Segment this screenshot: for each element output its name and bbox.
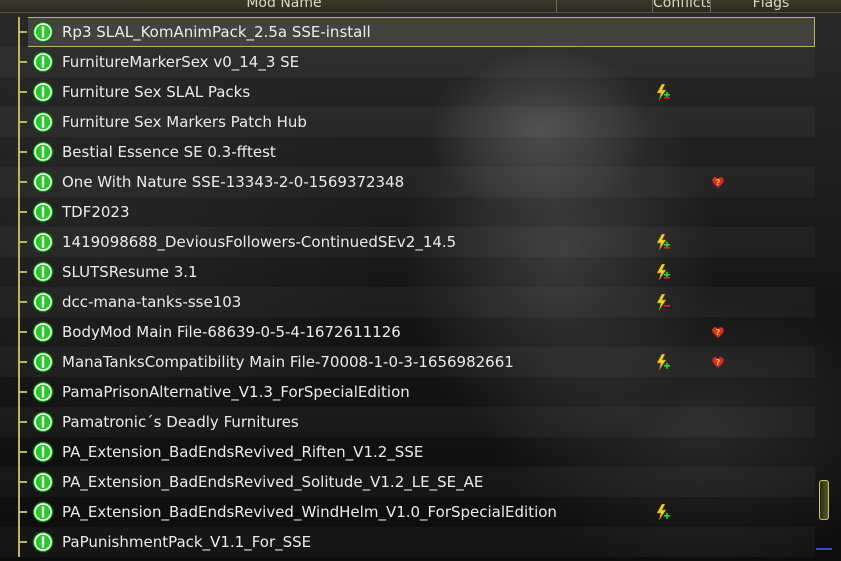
mod-name: 1419098688_DeviousFollowers-ContinuedSEv… — [62, 233, 457, 251]
enabled-toggle-icon[interactable] — [32, 411, 54, 433]
problem-heart-icon: ? — [710, 354, 726, 370]
mod-row[interactable]: Rp3 SLAL_KomAnimPack_2.5a SSE-install — [18, 17, 815, 47]
enabled-toggle-icon[interactable] — [32, 141, 54, 163]
mod-name: Pamatronic´s Deadly Furnitures — [62, 413, 299, 431]
tree-line-icon — [12, 77, 28, 107]
mod-name: Rp3 SLAL_KomAnimPack_2.5a SSE-install — [62, 23, 371, 41]
tree-line-icon — [12, 377, 28, 407]
tree-line-icon — [12, 17, 28, 47]
enabled-toggle-icon[interactable] — [32, 201, 54, 223]
mod-row[interactable]: ManaTanksCompatibility Main File-70008-1… — [0, 347, 815, 377]
mod-name: ManaTanksCompatibility Main File-70008-1… — [62, 353, 514, 371]
mod-name: TDF2023 — [62, 203, 130, 221]
mod-row[interactable]: TDF2023 — [0, 197, 815, 227]
tree-line-icon — [12, 227, 28, 257]
enabled-toggle-icon[interactable] — [32, 81, 54, 103]
mod-row[interactable]: 1419098688_DeviousFollowers-ContinuedSEv… — [0, 227, 815, 257]
enabled-toggle-icon[interactable] — [32, 501, 54, 523]
tree-line-icon — [12, 287, 28, 317]
tree-line-icon — [12, 257, 28, 287]
problem-heart-icon: ? — [710, 174, 726, 190]
mod-name: Furniture Sex SLAL Packs — [62, 83, 251, 101]
scrollbar-thumb[interactable] — [819, 480, 829, 520]
enabled-toggle-icon[interactable] — [32, 111, 54, 133]
column-blank[interactable] — [557, 0, 653, 12]
overwrites-and-overwritten-icon — [656, 83, 670, 101]
overwrites-icon — [656, 353, 670, 371]
column-flags[interactable]: Flags — [711, 0, 831, 12]
mod-row[interactable]: SLUTSResume 3.1 — [0, 257, 815, 287]
mod-name: PA_Extension_BadEndsRevived_Riften_V1.2_… — [62, 443, 424, 461]
vertical-scrollbar[interactable] — [817, 17, 831, 561]
mod-row[interactable]: PamaPrisonAlternative_V1.3_ForSpecialEdi… — [0, 377, 815, 407]
tree-line-icon — [12, 497, 28, 527]
mod-name: BodyMod Main File-68639-0-5-4-1672611126 — [62, 323, 401, 341]
mod-name: SLUTSResume 3.1 — [62, 263, 198, 281]
mod-row[interactable]: PA_Extension_BadEndsRevived_Riften_V1.2_… — [0, 437, 815, 467]
tree-line-icon — [12, 107, 28, 137]
column-conflicts[interactable]: Conflicts — [653, 0, 711, 12]
svg-text:?: ? — [716, 178, 721, 187]
tree-line-icon — [12, 167, 28, 197]
mod-name: dcc-mana-tanks-sse103 — [62, 293, 242, 311]
enabled-toggle-icon[interactable] — [32, 321, 54, 343]
mod-name: PamaPrisonAlternative_V1.3_ForSpecialEdi… — [62, 383, 410, 401]
mod-name: FurnitureMarkerSex v0_14_3 SE — [62, 53, 300, 71]
tree-line-icon — [12, 467, 28, 497]
mod-row[interactable]: FurnitureMarkerSex v0_14_3 SE — [0, 47, 815, 77]
column-mod-name[interactable]: Mod Name — [12, 0, 557, 12]
enabled-toggle-icon[interactable] — [32, 21, 54, 43]
mod-row[interactable]: Bestial Essence SE 0.3-fftest — [0, 137, 815, 167]
mod-row[interactable]: One With Nature SSE-13343-2-0-1569372348… — [0, 167, 815, 197]
svg-text:?: ? — [716, 328, 721, 337]
tree-line-icon — [12, 407, 28, 437]
problem-heart-icon: ? — [710, 324, 726, 340]
enabled-toggle-icon[interactable] — [32, 171, 54, 193]
mod-row[interactable]: Furniture Sex Markers Patch Hub — [0, 107, 815, 137]
enabled-toggle-icon[interactable] — [32, 441, 54, 463]
mod-row[interactable]: dcc-mana-tanks-sse103 — [0, 287, 815, 317]
overwrites-and-overwritten-icon — [656, 263, 670, 281]
tree-line-icon — [12, 437, 28, 467]
mod-name: PA_Extension_BadEndsRevived_WindHelm_V1.… — [62, 503, 557, 521]
mod-name: One With Nature SSE-13343-2-0-1569372348 — [62, 173, 405, 191]
mod-name: PaPunishmentPack_V1.1_For_SSE — [62, 533, 312, 551]
scroll-position-marker — [816, 548, 832, 550]
mod-name: Furniture Sex Markers Patch Hub — [62, 113, 307, 131]
overwritten-icon — [656, 293, 670, 311]
enabled-toggle-icon[interactable] — [32, 531, 54, 553]
enabled-toggle-icon[interactable] — [32, 231, 54, 253]
tree-line-icon — [12, 347, 28, 377]
enabled-toggle-icon[interactable] — [32, 381, 54, 403]
tree-line-icon — [12, 317, 28, 347]
mod-list: Rp3 SLAL_KomAnimPack_2.5a SSE-install Fur… — [0, 17, 841, 557]
enabled-toggle-icon[interactable] — [32, 51, 54, 73]
mod-row[interactable]: BodyMod Main File-68639-0-5-4-1672611126… — [0, 317, 815, 347]
enabled-toggle-icon[interactable] — [32, 471, 54, 493]
svg-text:?: ? — [716, 358, 721, 367]
overwrites-icon — [656, 503, 670, 521]
mod-row[interactable]: PA_Extension_BadEndsRevived_WindHelm_V1.… — [0, 497, 815, 527]
mod-name: Bestial Essence SE 0.3-fftest — [62, 143, 276, 161]
tree-line-icon — [12, 47, 28, 77]
enabled-toggle-icon[interactable] — [32, 291, 54, 313]
mod-row[interactable]: PA_Extension_BadEndsRevived_Solitude_V1.… — [0, 467, 815, 497]
mod-name: PA_Extension_BadEndsRevived_Solitude_V1.… — [62, 473, 484, 491]
enabled-toggle-icon[interactable] — [32, 351, 54, 373]
mod-row[interactable]: PaPunishmentPack_V1.1_For_SSE — [0, 527, 815, 557]
overwrites-and-overwritten-icon — [656, 233, 670, 251]
tree-line-icon — [12, 197, 28, 227]
mod-row[interactable]: Pamatronic´s Deadly Furnitures — [0, 407, 815, 437]
mod-row[interactable]: Furniture Sex SLAL Packs — [0, 77, 815, 107]
column-header: Mod Name Conflicts Flags — [0, 0, 841, 13]
tree-line-icon — [12, 137, 28, 167]
enabled-toggle-icon[interactable] — [32, 261, 54, 283]
tree-line-icon — [12, 527, 28, 557]
